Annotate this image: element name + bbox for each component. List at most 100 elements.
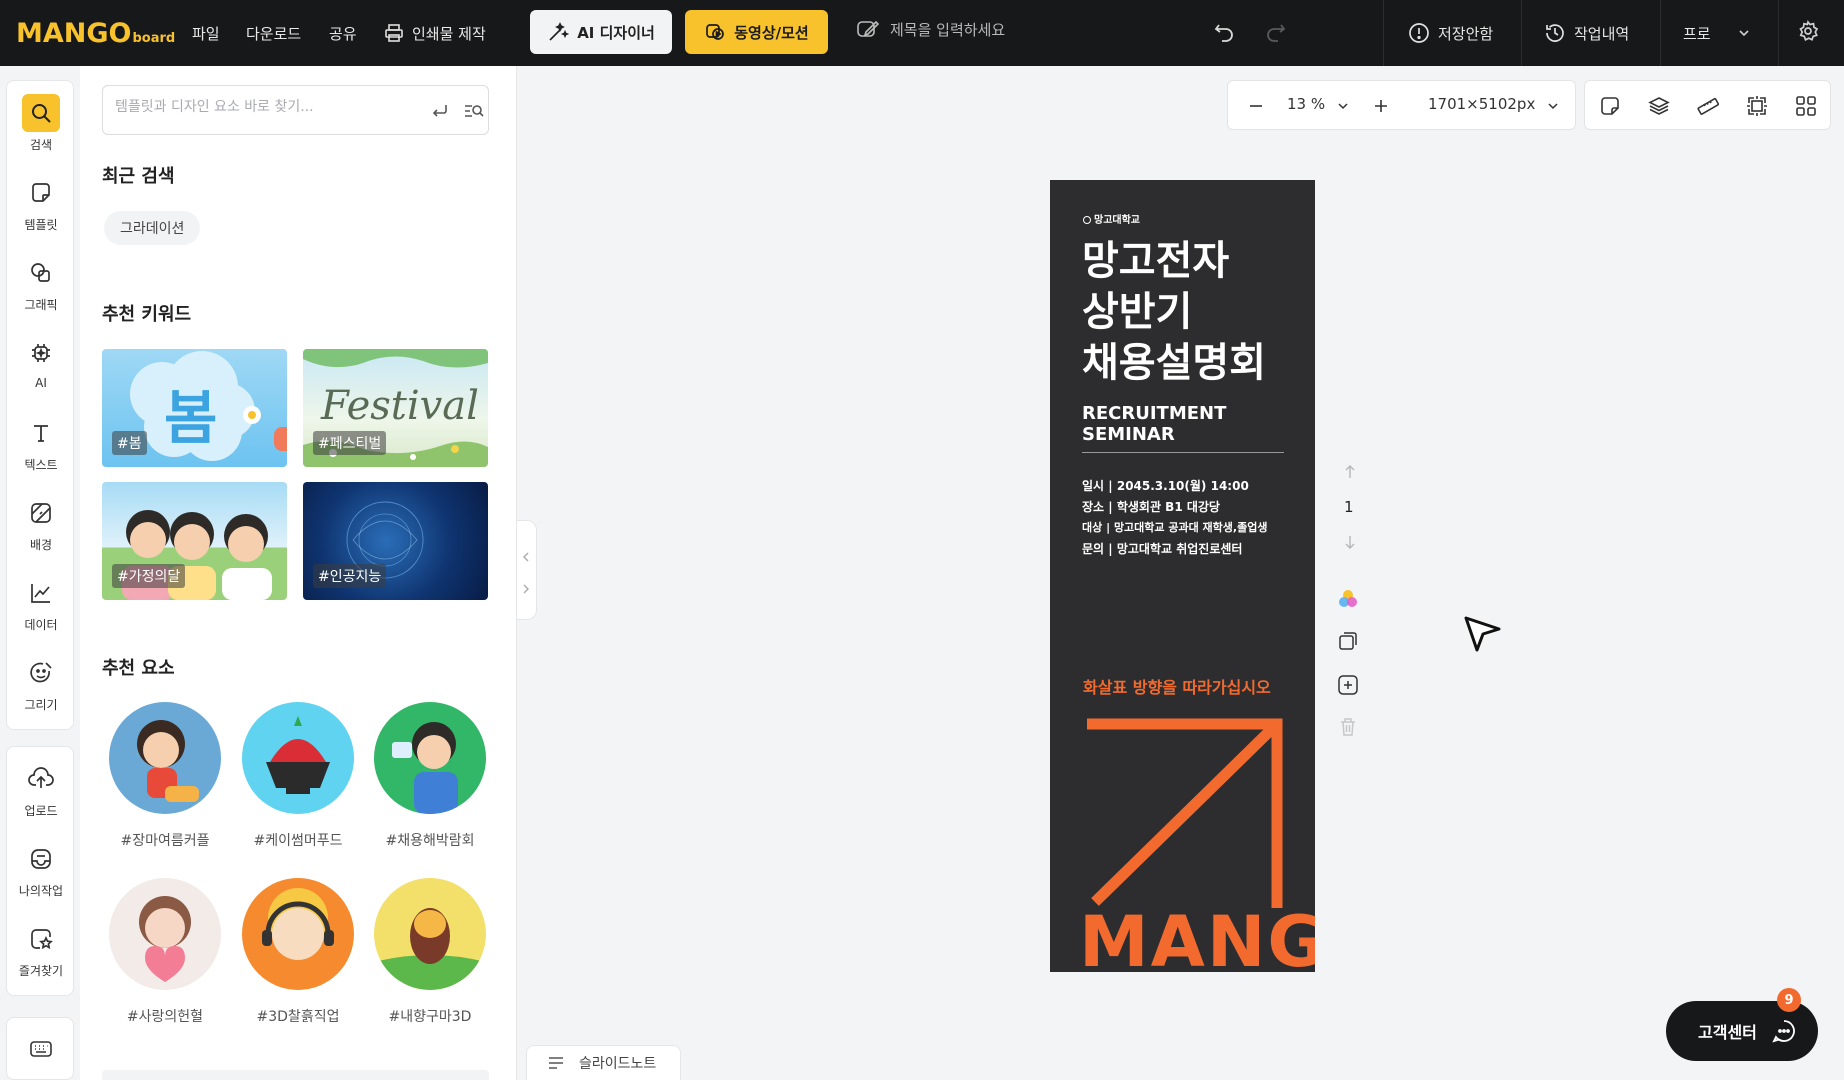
slide-note-tab[interactable]: 슬라이드노트 [526, 1045, 681, 1080]
element-thumbnail [109, 878, 221, 990]
element-caption: #채용해박람회 [385, 833, 475, 849]
menu-share[interactable]: 공유 [329, 0, 357, 66]
grid-view-icon[interactable] [1795, 95, 1817, 117]
nav-graphic[interactable]: 그래픽 [7, 246, 75, 322]
nav-text[interactable]: 텍스트 [7, 406, 75, 482]
plan-dropdown[interactable]: 프로 [1683, 0, 1759, 66]
keyword-card-festival[interactable]: Festival #페스티벌 [303, 349, 488, 467]
keyword-card-ai[interactable]: #인공지능 [303, 482, 488, 600]
chevron-left-icon [523, 552, 529, 562]
note-list-icon [549, 1057, 563, 1069]
recent-search-chip[interactable]: 그라데이션 [104, 211, 201, 245]
my-work-icon [31, 849, 51, 869]
nav-keyboard[interactable] [6, 1017, 74, 1080]
element-item[interactable]: #사랑의헌혈 [107, 878, 223, 1026]
app-logo[interactable]: MANGO board [16, 18, 175, 49]
undo-icon[interactable] [1213, 20, 1235, 42]
info-value: 망고대학교 취업진로센터 [1116, 542, 1243, 556]
info-key: 일시 [1082, 479, 1105, 493]
logo-sub: board [132, 31, 176, 46]
save-status-button[interactable]: 저장안함 [1408, 0, 1493, 66]
element-thumbnail [374, 702, 486, 814]
menu-download[interactable]: 다운로드 [246, 0, 301, 66]
duplicate-page-icon[interactable] [1337, 630, 1359, 652]
sticker-note-icon[interactable] [1599, 95, 1621, 117]
keyword-card-spring[interactable]: 봄 #봄 [102, 349, 287, 467]
nav-upload[interactable]: 업로드 [7, 752, 75, 828]
element-item[interactable]: #채용해박람회 [372, 702, 488, 850]
panel-collapse-tab[interactable] [517, 520, 537, 620]
alert-circle-icon [1409, 23, 1429, 43]
history-button[interactable]: 작업내역 [1544, 0, 1629, 66]
element-caption: #내향구마3D [388, 1009, 472, 1025]
keyword-tag: #인공지능 [313, 564, 387, 588]
settings-gear-icon[interactable] [1797, 20, 1819, 42]
element-thumbnail [109, 702, 221, 814]
design-page[interactable]: 망고대학교 망고전자 상반기 채용설명회 RECRUITMENT SEMINAR… [1050, 180, 1315, 972]
printer-icon [385, 24, 403, 42]
ai-designer-label: AI 디자이너 [577, 23, 655, 42]
nav-search[interactable]: 검색 [7, 86, 75, 162]
nav-data[interactable]: 데이터 [7, 566, 75, 642]
menu-download-label: 다운로드 [246, 24, 302, 43]
nav-my-work-label: 나의작업 [18, 884, 64, 898]
search-input[interactable] [115, 99, 405, 115]
background-icon [31, 503, 51, 523]
chevron-down-icon[interactable] [1336, 99, 1350, 113]
poster-org-mark [1083, 216, 1091, 224]
trash-icon[interactable] [1337, 716, 1359, 738]
keyword-tag: #페스티벌 [313, 431, 387, 455]
poster-brand: MANGO [1079, 901, 1315, 972]
chevron-down-icon[interactable] [1546, 99, 1560, 113]
redo-icon[interactable] [1265, 20, 1287, 42]
nav-group-main: 검색 템플릿 그래픽 AI 텍스트 배경 데이터 그리기 [6, 80, 74, 730]
color-palette-icon[interactable] [1337, 588, 1359, 610]
poster-org-label: 망고대학교 [1094, 215, 1140, 226]
nav-my-work[interactable]: 나의작업 [7, 832, 75, 908]
element-item[interactable]: #내향구마3D [372, 878, 488, 1026]
menu-print[interactable]: 인쇄물 제작 [384, 0, 486, 66]
keyword-title: 추천 키워드 [102, 304, 192, 325]
keyword-card-family[interactable]: #가정의달 [102, 482, 287, 600]
ruler-icon[interactable] [1697, 95, 1719, 117]
cursor-arrow-icon [1464, 616, 1501, 652]
nav-template[interactable]: 템플릿 [7, 166, 75, 242]
magic-wand-icon [549, 22, 570, 41]
couple-illustration [137, 720, 199, 802]
filter-search-icon[interactable] [463, 101, 485, 121]
nav-background[interactable]: 배경 [7, 486, 75, 562]
chart-icon [31, 584, 50, 603]
menu-file[interactable]: 파일 [192, 0, 220, 66]
arrow-up-icon[interactable] [1343, 464, 1357, 480]
add-page-icon[interactable] [1337, 674, 1359, 696]
element-item[interactable]: #케이썸머푸드 [240, 702, 356, 850]
layers-icon[interactable] [1648, 95, 1670, 117]
element-item[interactable]: #3D찰흙직업 [240, 878, 356, 1026]
poster-divider [1082, 452, 1284, 453]
video-motion-button[interactable]: 동영상/모션 [685, 10, 828, 54]
fit-frame-icon[interactable] [1746, 95, 1768, 117]
history-label: 작업내역 [1574, 24, 1630, 43]
enter-icon[interactable] [430, 101, 450, 121]
zoom-out-icon[interactable] [1248, 98, 1264, 114]
recent-search-title: 최근 검색 [102, 166, 175, 187]
keyword-art-festival: Festival [321, 383, 479, 429]
element-item[interactable]: #장마여름커플 [107, 702, 223, 850]
top-bar: MANGO board 파일 다운로드 공유 인쇄물 제작 AI 디자이너 동영… [0, 0, 1844, 66]
nav-draw[interactable]: 그리기 [7, 646, 75, 722]
zoom-level[interactable]: 13 % [1287, 95, 1325, 113]
slide-note-label: 슬라이드노트 [579, 1056, 657, 1072]
nav-ai[interactable]: AI [7, 326, 75, 402]
help-center-label: 고객센터 [1698, 1023, 1757, 1042]
canvas-size[interactable]: 1701×5102px [1428, 95, 1535, 113]
clay-job-illustration [262, 888, 334, 960]
element-caption: #사랑의헌혈 [126, 1009, 204, 1025]
zoom-in-icon[interactable] [1373, 98, 1389, 114]
ai-designer-button[interactable]: AI 디자이너 [530, 10, 672, 54]
poster-info-row: 장소 | 학생회관 B1 대강당 [1082, 500, 1220, 514]
title-placeholder: 제목을 입력하세요 [890, 20, 1006, 39]
keyboard-icon [30, 1041, 52, 1057]
arrow-down-icon[interactable] [1343, 534, 1357, 550]
nav-favorite[interactable]: 즐겨찾기 [7, 912, 75, 988]
title-input[interactable]: 제목을 입력하세요 [856, 18, 1005, 40]
